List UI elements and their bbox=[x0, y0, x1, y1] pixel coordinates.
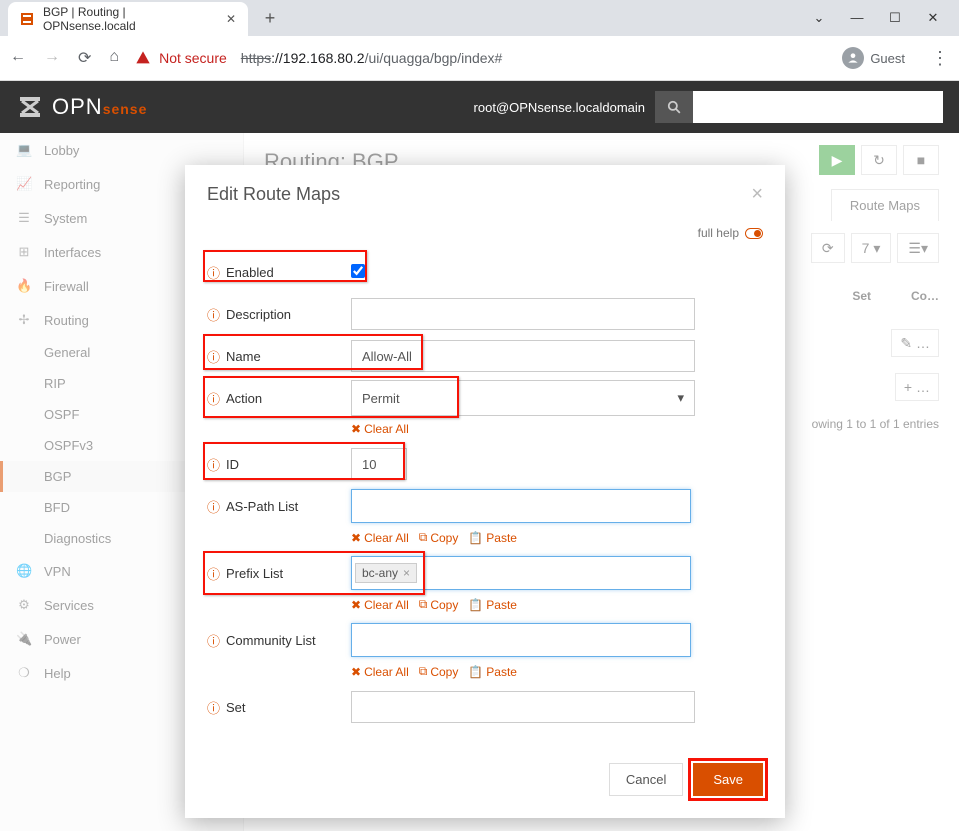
current-user[interactable]: root@OPNsense.localdomain bbox=[474, 100, 645, 115]
window-close-icon[interactable]: ✕ bbox=[925, 10, 941, 26]
info-icon[interactable]: ⓘ bbox=[207, 631, 220, 650]
chevron-down-icon[interactable]: ⌄ bbox=[811, 10, 827, 26]
clear-all-link[interactable]: ✖ Clear All bbox=[351, 422, 409, 436]
browser-address-bar: ← → ⟳ ⌂ Not secure https://192.168.80.2/… bbox=[0, 36, 959, 80]
info-icon[interactable]: ⓘ bbox=[207, 497, 220, 516]
info-icon[interactable]: ⓘ bbox=[207, 389, 220, 408]
showing-text: owing 1 to 1 of 1 entries bbox=[812, 417, 939, 431]
caret-down-icon: ▾ bbox=[677, 390, 684, 406]
info-icon[interactable]: ⓘ bbox=[207, 564, 220, 583]
toggle-icon bbox=[745, 228, 763, 239]
paste-link[interactable]: 📋 Paste bbox=[468, 597, 517, 612]
pagesize-dropdown[interactable]: 7▾ bbox=[851, 233, 892, 263]
cancel-button[interactable]: Cancel bbox=[609, 763, 683, 796]
tab-favicon bbox=[20, 11, 35, 27]
plug-icon: 🔌 bbox=[16, 631, 32, 647]
search-input[interactable] bbox=[693, 91, 943, 123]
logo[interactable]: OPNsense bbox=[16, 93, 147, 121]
gear-icon: ⚙ bbox=[16, 597, 32, 613]
paste-link[interactable]: 📋 Paste bbox=[468, 530, 517, 545]
edit-route-maps-modal: Edit Route Maps × full help ⓘ Enabled ⓘ De… bbox=[185, 165, 785, 818]
lifebuoy-icon: ❍ bbox=[16, 665, 32, 681]
col-set: Set bbox=[852, 289, 871, 303]
description-input[interactable] bbox=[351, 298, 695, 330]
caret-down-icon: ▾ bbox=[873, 240, 880, 257]
remove-tag-icon[interactable]: × bbox=[403, 566, 410, 580]
window-minimize-icon[interactable]: — bbox=[849, 10, 865, 26]
label-community: Community List bbox=[226, 633, 316, 648]
nav-forward-icon: → bbox=[44, 48, 60, 68]
community-list-input[interactable] bbox=[351, 623, 691, 657]
tab-close-icon[interactable]: ✕ bbox=[226, 12, 236, 26]
nav-home-icon[interactable]: ⌂ bbox=[109, 48, 119, 68]
edit-row-button[interactable]: ✎ … bbox=[891, 329, 939, 357]
sitemap-icon: ⊞ bbox=[16, 244, 32, 260]
copy-link[interactable]: ⧉ Copy bbox=[419, 530, 459, 545]
chart-icon: 📈 bbox=[16, 176, 32, 192]
aspath-list-input[interactable] bbox=[351, 489, 691, 523]
copy-link[interactable]: ⧉ Copy bbox=[419, 597, 459, 612]
name-input[interactable] bbox=[351, 340, 695, 372]
add-row-button[interactable]: + … bbox=[895, 373, 939, 401]
new-tab-button[interactable]: + bbox=[256, 4, 284, 32]
fire-icon: 🔥 bbox=[16, 278, 32, 294]
restart-button[interactable]: ↻ bbox=[861, 145, 897, 175]
label-aspath: AS-Path List bbox=[226, 499, 298, 514]
info-icon[interactable]: ⓘ bbox=[207, 305, 220, 324]
info-icon[interactable]: ⓘ bbox=[207, 347, 220, 366]
label-prefix: Prefix List bbox=[226, 566, 283, 581]
enabled-checkbox[interactable] bbox=[351, 264, 365, 278]
info-icon[interactable]: ⓘ bbox=[207, 698, 220, 717]
arrows-icon: ✢ bbox=[16, 312, 32, 328]
prefix-tag: bc-any× bbox=[355, 563, 417, 583]
paste-link[interactable]: 📋 Paste bbox=[468, 664, 517, 679]
clear-all-link[interactable]: ✖ Clear All bbox=[351, 664, 409, 679]
globe-icon: 🌐 bbox=[16, 563, 32, 579]
clear-all-link[interactable]: ✖ Clear All bbox=[351, 597, 409, 612]
info-icon[interactable]: ⓘ bbox=[207, 263, 220, 282]
guest-profile[interactable]: Guest bbox=[842, 47, 905, 69]
copy-link[interactable]: ⧉ Copy bbox=[419, 664, 459, 679]
clear-all-link[interactable]: ✖ Clear All bbox=[351, 530, 409, 545]
browser-tab[interactable]: BGP | Routing | OPNsense.locald ✕ bbox=[8, 2, 248, 36]
label-enabled: Enabled bbox=[226, 265, 274, 280]
columns-dropdown[interactable]: ☰▾ bbox=[897, 233, 939, 263]
window-maximize-icon[interactable]: ☐ bbox=[887, 10, 903, 26]
info-icon[interactable]: ⓘ bbox=[207, 455, 220, 474]
modal-close-icon[interactable]: × bbox=[751, 183, 763, 206]
play-button[interactable]: ▶ bbox=[819, 145, 855, 175]
label-action: Action bbox=[226, 391, 262, 406]
browser-titlebar: BGP | Routing | OPNsense.locald ✕ + ⌄ — … bbox=[0, 0, 959, 36]
prefix-list-input[interactable]: bc-any× bbox=[351, 556, 691, 590]
sidebar-item-lobby[interactable]: 💻Lobby bbox=[0, 133, 243, 167]
search-button[interactable] bbox=[655, 91, 693, 123]
action-dropdown[interactable]: Permit▾ bbox=[351, 380, 695, 416]
stop-button[interactable]: ■ bbox=[903, 145, 939, 175]
tasks-icon: ☰ bbox=[16, 210, 32, 226]
set-input[interactable] bbox=[351, 691, 695, 723]
col-commands: Co… bbox=[911, 289, 939, 303]
url-text[interactable]: https://192.168.80.2/ui/quagga/bgp/index… bbox=[241, 50, 503, 66]
modal-title: Edit Route Maps bbox=[207, 184, 340, 205]
app-header: OPNsense root@OPNsense.localdomain bbox=[0, 81, 959, 133]
insecure-warning[interactable]: Not secure bbox=[135, 50, 227, 66]
save-button[interactable]: Save bbox=[693, 763, 763, 796]
label-id: ID bbox=[226, 457, 239, 472]
avatar-icon bbox=[842, 47, 864, 69]
full-help-toggle[interactable]: full help bbox=[207, 218, 763, 254]
label-description: Description bbox=[226, 307, 291, 322]
kebab-menu-icon[interactable]: ⋮ bbox=[931, 48, 949, 69]
refresh-button[interactable]: ⟳ bbox=[811, 233, 845, 263]
label-set: Set bbox=[226, 700, 246, 715]
tab-title: BGP | Routing | OPNsense.locald bbox=[43, 5, 210, 33]
tab-route-maps[interactable]: Route Maps bbox=[831, 189, 939, 221]
laptop-icon: 💻 bbox=[16, 142, 32, 158]
id-input[interactable] bbox=[351, 448, 407, 480]
label-name: Name bbox=[226, 349, 261, 364]
nav-reload-icon[interactable]: ⟳ bbox=[78, 48, 91, 68]
nav-back-icon[interactable]: ← bbox=[10, 48, 26, 68]
